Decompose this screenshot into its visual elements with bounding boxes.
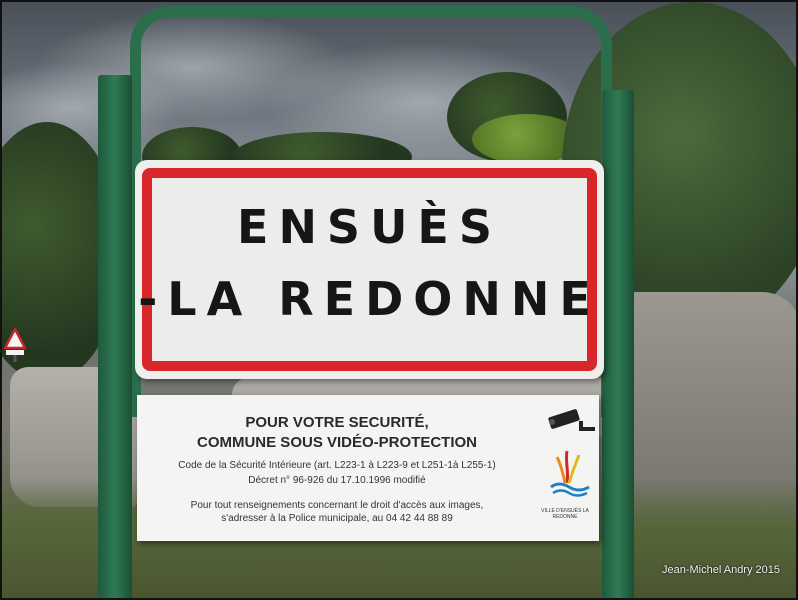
logo-caption: VILLE D'ENSUÈS LA REDONNE [541,508,589,520]
info-contact-line-1: Pour tout renseignements concernant le d… [190,500,484,511]
info-heading-1: POUR VOTRE SECURITÉ, [245,414,429,431]
right-post [602,90,634,598]
warning-sign-icon [4,328,26,362]
photo: ENSUÈS -LA REDONNE POUR VOTRE SECURITÉ, … [0,0,798,600]
left-post [98,75,132,598]
photo-credit: Jean-Michel Andry 2015 [661,564,780,576]
sign-red-border [142,168,597,371]
cctv-camera-icon [548,409,595,431]
town-entrance-sign: ENSUÈS -LA REDONNE [135,160,604,379]
info-contact-line-2: s'adresser à la Police municipale, au 04… [221,513,453,524]
info-heading-2: COMMUNE SOUS VIDÉO-PROTECTION [196,434,477,451]
town-name-line1: ENSUÈS [237,200,502,254]
video-protection-sign: POUR VOTRE SECURITÉ, COMMUNE SOUS VIDÉO-… [137,395,599,541]
info-decree-line: Décret n° 96-926 du 17.10.1996 modifié [248,475,426,486]
town-logo-icon [550,450,590,497]
town-name-line2: -LA REDONNE [138,272,601,326]
info-law-line: Code de la Sécurité Intérieure (art. L22… [178,460,496,471]
